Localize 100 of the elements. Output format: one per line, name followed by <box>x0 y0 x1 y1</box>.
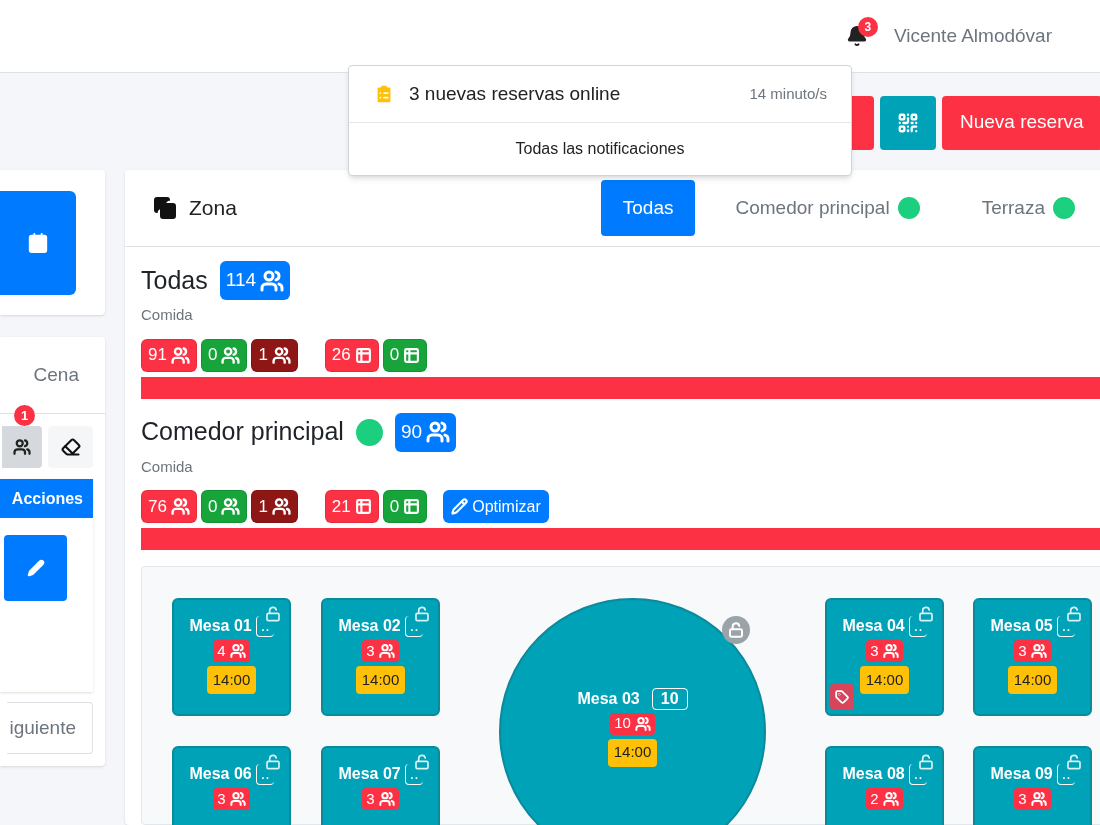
guest-count-badge: 0 <box>200 338 248 372</box>
time-badge: 14:00 <box>607 738 658 767</box>
people-icon <box>271 345 291 365</box>
time-badge: 14:00 <box>859 666 910 694</box>
people-icon <box>260 268 284 293</box>
people-icon <box>271 497 291 516</box>
table-icon <box>403 346 421 364</box>
people-icon <box>229 643 246 659</box>
calendar-button[interactable] <box>0 190 76 295</box>
guest-count-badge: 91 <box>141 338 197 372</box>
lock-icon[interactable] <box>918 606 934 622</box>
people-icon <box>170 497 190 516</box>
square-table[interactable]: Mesa 01 .. 4 14:00 <box>172 598 291 716</box>
square-table[interactable]: Mesa 07 .. 3 <box>321 746 440 825</box>
round-table[interactable]: Mesa 03 10 10 14:00 <box>499 598 766 825</box>
table-count-badge: 26 <box>324 338 379 372</box>
people-icon <box>378 791 395 807</box>
table-name: Mesa 08 <box>842 764 905 784</box>
layers-icon <box>153 196 177 220</box>
guest-count-badge: 3 <box>362 640 399 662</box>
guest-count-badge: 2 <box>866 788 903 810</box>
time-badge: 14:00 <box>355 666 406 694</box>
square-table[interactable]: Mesa 06 .. 3 <box>172 746 291 825</box>
edit-button[interactable] <box>4 535 67 601</box>
lock-icon[interactable] <box>1066 606 1082 622</box>
lock-icon[interactable] <box>414 754 430 770</box>
notification-text[interactable]: 3 nuevas reservas online <box>409 79 621 109</box>
people-icon <box>426 420 450 444</box>
lock-icon[interactable] <box>1066 754 1082 770</box>
people-icon <box>229 791 246 807</box>
table-icon <box>354 346 372 364</box>
guest-total-badge: 114 <box>219 261 290 300</box>
square-table[interactable]: Mesa 09 .. 3 <box>973 746 1092 825</box>
pencil-icon <box>26 559 45 577</box>
capacity-label: .. <box>1056 763 1075 785</box>
filter-count-badge: 1 <box>14 405 35 426</box>
people-icon <box>1030 643 1047 659</box>
guest-count-badge: 4 <box>213 640 250 662</box>
guest-count-badge: 3 <box>1014 640 1051 662</box>
guest-count-badge: 3 <box>1014 788 1051 810</box>
time-badge: 14:00 <box>1007 666 1058 694</box>
table-name: Mesa 05 <box>990 616 1053 636</box>
table-count-badge: 0 <box>382 338 428 372</box>
people-icon <box>882 791 899 807</box>
square-table[interactable]: Mesa 04 .. 3 14:00 <box>825 598 944 716</box>
guest-count-badge: 1 <box>251 490 298 523</box>
table-name: Mesa 03 <box>577 688 640 709</box>
capacity-label: .. <box>255 763 274 785</box>
table-name: Mesa 06 <box>189 764 252 784</box>
table-name: Mesa 01 <box>189 616 252 636</box>
qr-button[interactable] <box>880 95 936 150</box>
people-icon <box>221 345 241 365</box>
table-name: Mesa 02 <box>338 616 401 636</box>
zone-tab[interactable]: Comedor principal <box>713 180 942 236</box>
lock-icon[interactable] <box>265 606 281 622</box>
user-name[interactable]: Vicente Almodóvar <box>893 21 1052 51</box>
capacity-label: .. <box>404 615 423 637</box>
guest-count-badge: 0 <box>200 490 248 523</box>
table-count-badge: 21 <box>324 490 379 523</box>
next-button[interactable]: iguiente <box>7 702 93 754</box>
group-filter-button[interactable] <box>2 426 42 468</box>
table-icon <box>403 498 421 515</box>
capacity-label: .. <box>255 615 274 637</box>
lock-icon[interactable] <box>722 616 750 644</box>
lock-icon[interactable] <box>265 754 281 770</box>
table-count-badge: 0 <box>382 490 428 523</box>
lock-icon[interactable] <box>414 606 430 622</box>
calendar-icon <box>27 231 49 254</box>
guest-count-badge: 76 <box>141 490 197 523</box>
zone-heading: Todas <box>141 264 208 296</box>
service-label: Comida <box>141 305 194 325</box>
capacity-label: .. <box>908 615 927 637</box>
actions-header: Acciones <box>0 479 93 518</box>
guest-count-badge: 10 <box>610 712 655 735</box>
people-icon <box>1030 791 1047 807</box>
zone-title: Zona <box>189 195 237 222</box>
people-icon <box>170 345 190 365</box>
square-table[interactable]: Mesa 05 .. 3 14:00 <box>973 598 1092 716</box>
zone-tab[interactable]: Todas <box>600 180 696 236</box>
all-notifications-link[interactable]: Todas las notificaciones <box>349 123 851 175</box>
eraser-button[interactable] <box>48 426 93 468</box>
zone-tab[interactable]: Terraza <box>959 180 1097 236</box>
time-badge: 14:00 <box>206 666 257 694</box>
service-label: Comida <box>141 456 194 477</box>
square-table[interactable]: Mesa 02 .. 3 14:00 <box>321 598 440 716</box>
notification-time: 14 minuto/s <box>749 83 827 104</box>
square-table[interactable]: Mesa 08 .. 2 <box>825 746 944 825</box>
people-icon <box>378 643 395 659</box>
lock-icon[interactable] <box>918 754 934 770</box>
new-reservation-button[interactable]: Nueva reserva <box>942 95 1100 150</box>
people-icon <box>634 715 651 732</box>
guest-count-badge: 1 <box>251 338 298 372</box>
capacity-label: .. <box>404 763 423 785</box>
table-name: Mesa 04 <box>842 616 905 636</box>
tag-icon[interactable] <box>830 684 854 710</box>
guest-count-badge: 3 <box>213 788 250 810</box>
shift-tab[interactable]: Cena <box>33 360 79 390</box>
people-icon <box>13 438 31 456</box>
people-icon <box>882 643 899 659</box>
optimize-button[interactable]: Optimizar <box>443 490 549 523</box>
